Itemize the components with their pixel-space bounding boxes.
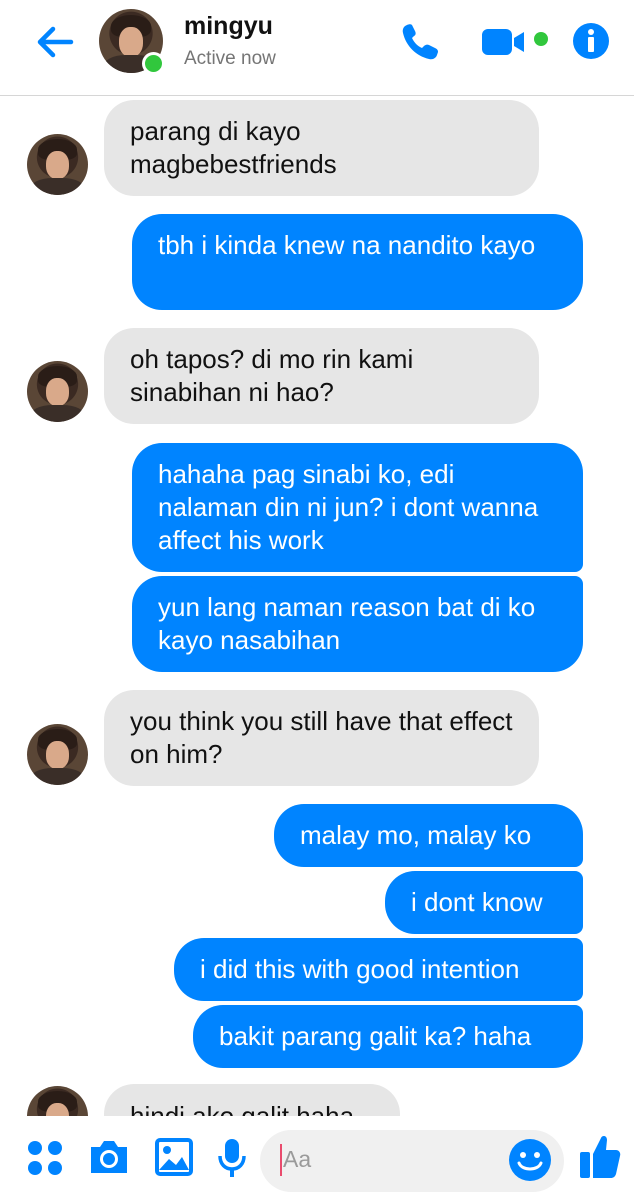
online-status-dot bbox=[142, 52, 165, 75]
emoji-button[interactable] bbox=[507, 1137, 553, 1183]
text-caret bbox=[280, 1144, 282, 1176]
sender-avatar[interactable] bbox=[27, 361, 88, 422]
incoming-message[interactable]: parang di kayo magbebestfriends bbox=[104, 100, 539, 196]
sender-avatar[interactable] bbox=[27, 724, 88, 785]
outgoing-message[interactable]: tbh i kinda knew na nandito kayo bbox=[132, 214, 583, 310]
contact-name[interactable]: mingyu bbox=[184, 12, 273, 41]
message-composer: Aa bbox=[0, 1117, 634, 1200]
back-button[interactable] bbox=[33, 20, 77, 64]
voice-call-button[interactable] bbox=[398, 20, 442, 64]
outgoing-message[interactable]: yun lang naman reason bat di ko kayo nas… bbox=[132, 576, 583, 672]
message-placeholder: Aa bbox=[283, 1146, 312, 1172]
outgoing-message[interactable]: hahaha pag sinabi ko, edi nalaman din ni… bbox=[132, 443, 583, 572]
active-status: Active now bbox=[184, 48, 276, 69]
gallery-button[interactable] bbox=[154, 1137, 194, 1182]
message-input[interactable]: Aa bbox=[260, 1130, 564, 1192]
incoming-message[interactable]: you think you still have that effect on … bbox=[104, 690, 539, 786]
back-arrow-icon bbox=[37, 26, 74, 58]
outgoing-message[interactable]: i dont know bbox=[385, 871, 583, 934]
incoming-message[interactable]: oh tapos? di mo rin kami sinabihan ni ha… bbox=[104, 328, 539, 424]
info-icon bbox=[573, 23, 609, 59]
outgoing-message[interactable]: malay mo, malay ko bbox=[274, 804, 583, 867]
message-thread[interactable]: parang di kayo magbebestfriends tbh i ki… bbox=[0, 96, 634, 1116]
voice-message-button[interactable] bbox=[216, 1137, 248, 1184]
sender-avatar[interactable] bbox=[27, 134, 88, 195]
outgoing-message[interactable]: bakit parang galit ka? haha bbox=[193, 1005, 583, 1068]
video-call-button[interactable] bbox=[480, 20, 548, 64]
incoming-message[interactable]: hindi ako galit haha bbox=[104, 1084, 400, 1116]
apps-grid-icon bbox=[28, 1141, 62, 1175]
outgoing-message[interactable]: i did this with good intention bbox=[174, 938, 583, 1001]
video-camera-icon bbox=[482, 29, 548, 55]
info-button[interactable] bbox=[571, 20, 611, 64]
conversation-header: mingyu Active now bbox=[0, 0, 634, 96]
emoji-icon bbox=[509, 1139, 551, 1181]
contact-avatar[interactable] bbox=[99, 9, 165, 75]
camera-button[interactable] bbox=[87, 1137, 131, 1182]
camera-icon bbox=[91, 1141, 127, 1173]
like-button[interactable] bbox=[578, 1132, 622, 1185]
thumbs-up-icon bbox=[580, 1135, 621, 1178]
sender-avatar[interactable] bbox=[27, 1086, 88, 1116]
image-icon bbox=[155, 1138, 193, 1176]
microphone-icon bbox=[218, 1139, 246, 1177]
apps-button[interactable] bbox=[26, 1139, 64, 1182]
phone-icon bbox=[402, 24, 438, 60]
